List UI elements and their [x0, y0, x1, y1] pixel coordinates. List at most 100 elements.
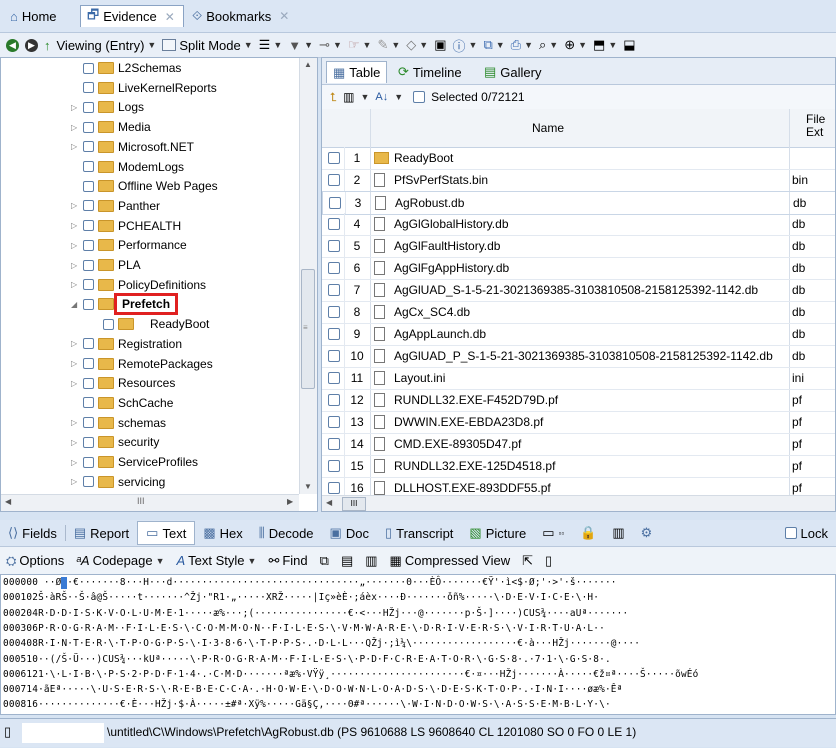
- row-checkbox[interactable]: [329, 197, 341, 209]
- table-row[interactable]: 11 Layout.ini ini: [322, 367, 835, 390]
- tree-item[interactable]: ▷ Microsoft.NET: [71, 137, 194, 157]
- expand-arrow-icon[interactable]: ▷: [71, 142, 79, 151]
- table-row[interactable]: 6 AgGlFgAppHistory.db db: [322, 257, 835, 280]
- sort-icon[interactable]: A↓: [375, 91, 388, 103]
- tree-item-checkbox[interactable]: [83, 180, 94, 192]
- scroll-left-icon[interactable]: ◀: [326, 498, 332, 507]
- eraser-button[interactable]: ◇ ▼: [406, 37, 428, 53]
- text-view-content[interactable]: 000000 ··Ø^·€·······8···H···d···········…: [0, 574, 836, 715]
- go-to-button[interactable]: ⇱: [522, 553, 533, 569]
- tab-fields[interactable]: ⟨⟩ Fields: [0, 522, 65, 544]
- split-mode-dropdown[interactable]: Split Mode ▼: [162, 38, 253, 53]
- expand-arrow-icon[interactable]: ▷: [71, 280, 79, 289]
- row-checkbox[interactable]: [328, 174, 340, 186]
- filter-button[interactable]: ▼ ▼: [288, 38, 313, 53]
- tree-item[interactable]: ▷ PLA: [71, 255, 141, 275]
- row-checkbox[interactable]: [328, 460, 340, 472]
- tree-item-checkbox[interactable]: [83, 456, 94, 468]
- tab-doc[interactable]: ▣ Doc: [322, 522, 377, 544]
- lock-toggle[interactable]: Lock: [777, 522, 836, 544]
- row-checkbox[interactable]: [328, 218, 340, 230]
- tree-item[interactable]: ◢ Prefetch: [71, 293, 179, 316]
- tree-item-checkbox[interactable]: [83, 101, 94, 113]
- tree-item[interactable]: LiveKernelReports: [71, 78, 217, 98]
- tree-scroll-thumb[interactable]: ≡: [301, 269, 315, 389]
- tree-item[interactable]: ▷ schemas: [71, 413, 166, 433]
- copy-button[interactable]: ⧉: [320, 553, 329, 569]
- column-header-name[interactable]: Name: [532, 121, 564, 135]
- table-row[interactable]: 4 AgGlGlobalHistory.db db: [322, 213, 835, 236]
- scroll-right-icon[interactable]: ▶: [287, 497, 293, 506]
- tree-item-checkbox[interactable]: [83, 200, 94, 212]
- row-checkbox[interactable]: [328, 240, 340, 252]
- chevron-down-icon[interactable]: ▼: [360, 92, 369, 102]
- save-text-button[interactable]: ▥: [365, 553, 377, 569]
- text-style-dropdown[interactable]: A Text Style ▼: [176, 553, 256, 568]
- table-row[interactable]: 7 AgGlUAD_S-1-5-21-3021369385-3103810508-…: [322, 279, 835, 302]
- row-checkbox[interactable]: [328, 372, 340, 384]
- close-icon[interactable]: ✕: [165, 10, 175, 24]
- window-button[interactable]: ▣: [434, 37, 446, 53]
- tab-transcript[interactable]: ▯ Transcript: [377, 522, 461, 544]
- tab-picture[interactable]: ▧ Picture: [461, 522, 534, 544]
- tree-item-checkbox[interactable]: [83, 121, 94, 133]
- find-button[interactable]: ⚯ Find: [268, 553, 307, 569]
- tab-console[interactable]: ▭ ▫▫: [534, 522, 572, 544]
- zoom-button[interactable]: ⊕ ▼: [564, 37, 587, 53]
- tab-bookmarks[interactable]: ⟐ Bookmarks ✕: [186, 5, 295, 27]
- export-text-button[interactable]: ▤: [341, 553, 353, 569]
- tree-item-checkbox[interactable]: [83, 62, 94, 74]
- tree-item-checkbox[interactable]: [83, 279, 94, 291]
- close-icon[interactable]: ✕: [279, 9, 289, 23]
- row-checkbox[interactable]: [328, 394, 340, 406]
- chevron-down-icon[interactable]: ▼: [394, 92, 403, 102]
- table-row[interactable]: 10 AgGlUAD_P_S-1-5-21-3021369385-31038105…: [322, 345, 835, 368]
- viewing-dropdown[interactable]: Viewing (Entry) ▼: [57, 38, 157, 53]
- tree-item[interactable]: ▷ RemotePackages: [71, 354, 213, 374]
- row-checkbox[interactable]: [328, 350, 340, 362]
- expand-arrow-icon[interactable]: ▷: [71, 261, 79, 270]
- up-button[interactable]: ↑: [44, 38, 51, 53]
- tab-lock-icon-button[interactable]: 🔒: [572, 522, 604, 544]
- tree-item[interactable]: ReadyBoot: [91, 314, 209, 334]
- tree-item-checkbox[interactable]: [83, 82, 94, 94]
- lock-checkbox[interactable]: [784, 527, 797, 539]
- pen-button[interactable]: ✎ ▼: [377, 37, 400, 53]
- tab-table[interactable]: ▦ Table: [326, 61, 388, 83]
- back-button[interactable]: ◀: [6, 38, 19, 52]
- tab-timeline[interactable]: ⟳ Timeline: [392, 61, 468, 83]
- table-row[interactable]: 9 AgAppLaunch.db db: [322, 323, 835, 346]
- tab-home[interactable]: ⌂ Home: [4, 5, 63, 27]
- options-button[interactable]: ⛭ Options: [6, 553, 64, 569]
- tree-item-checkbox[interactable]: [83, 161, 94, 172]
- tree-item[interactable]: ▷ Performance: [71, 235, 187, 255]
- tree-item-checkbox[interactable]: [83, 239, 94, 251]
- hierarchy-button[interactable]: ⧉ ▼: [483, 37, 504, 53]
- tab-gallery[interactable]: ▤ Gallery: [478, 61, 547, 83]
- tree-item[interactable]: ▷ servicing: [71, 472, 165, 492]
- tag-button[interactable]: ⊸ ▼: [319, 37, 342, 53]
- tree-item[interactable]: ▷ PCHEALTH: [71, 216, 181, 236]
- row-checkbox[interactable]: [328, 328, 340, 340]
- compressed-view-button[interactable]: ▦ Compressed View: [390, 553, 511, 569]
- collapse-arrow-icon[interactable]: ◢: [71, 300, 79, 309]
- column-header-ext[interactable]: File Ext: [789, 109, 835, 147]
- tree-item-checkbox[interactable]: [83, 298, 94, 310]
- tree-item-checkbox[interactable]: [83, 397, 94, 409]
- scroll-up-icon[interactable]: ▲: [304, 60, 312, 69]
- row-checkbox[interactable]: [328, 284, 340, 296]
- report-button[interactable]: ⎙ ▼: [511, 37, 533, 53]
- tree-item-checkbox[interactable]: [83, 338, 94, 350]
- more-button[interactable]: ⬓: [623, 37, 635, 53]
- tree-item-checkbox[interactable]: [83, 358, 94, 369]
- tab-text[interactable]: ▭ Text: [137, 521, 196, 545]
- tree-item-checkbox[interactable]: [83, 220, 94, 232]
- tree-item[interactable]: ▷ Media: [71, 117, 151, 137]
- table-row[interactable]: 1 ReadyBoot: [322, 147, 835, 170]
- tab-evidence[interactable]: 🗗 Evidence ✕: [80, 5, 184, 27]
- table-row[interactable]: 12 RUNDLL32.EXE-F452D79D.pf pf: [322, 389, 835, 412]
- row-checkbox[interactable]: [328, 306, 340, 318]
- list-options-button[interactable]: ☰ ▼: [259, 37, 283, 53]
- table-row[interactable]: 5 AgGlFaultHistory.db db: [322, 235, 835, 258]
- expand-arrow-icon[interactable]: ▷: [71, 339, 79, 348]
